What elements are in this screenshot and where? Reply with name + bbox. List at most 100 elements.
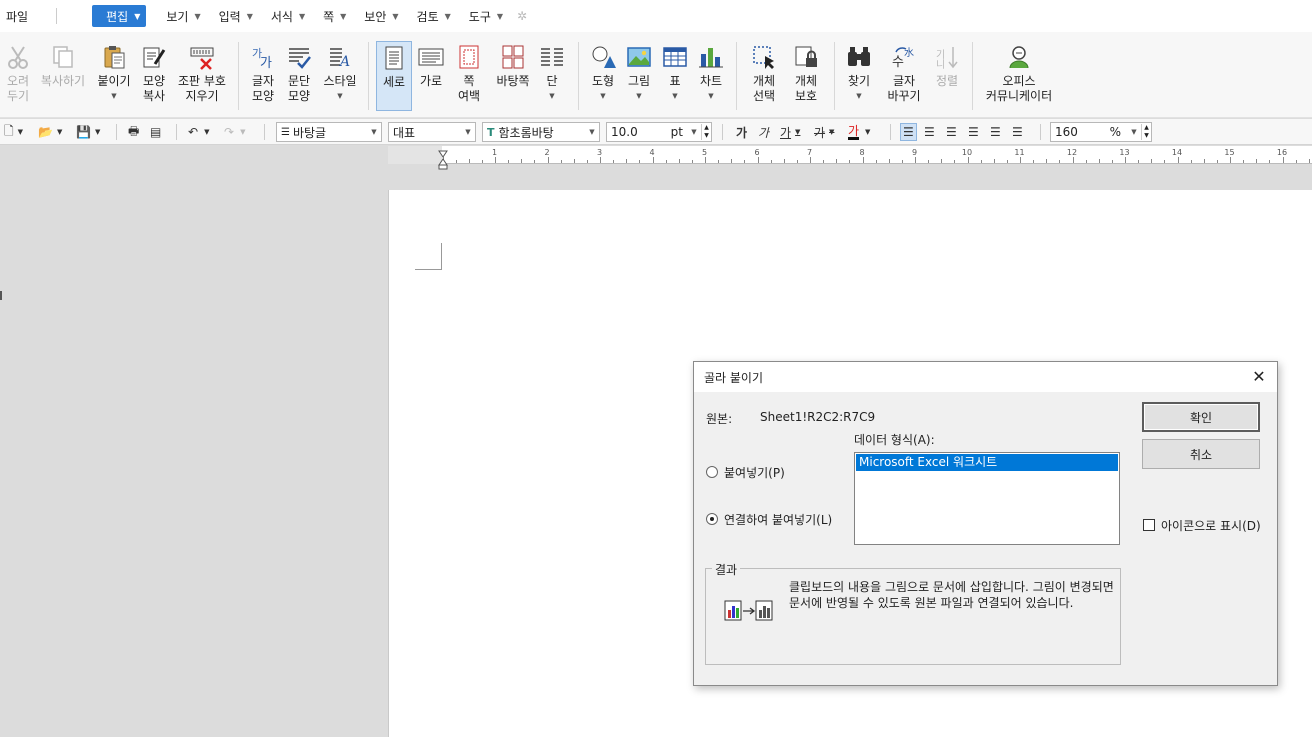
object-protect-button[interactable]: 개체 보호 <box>788 44 824 104</box>
ok-button[interactable]: 확인 <box>1142 402 1260 432</box>
save-button[interactable]: 💾 ▼ <box>76 123 100 141</box>
object-select-icon <box>753 46 774 69</box>
format-copy-button[interactable]: 모양 복사 <box>138 44 170 104</box>
object-select-button[interactable]: 개체 선택 <box>746 44 782 104</box>
para-shape-button[interactable]: 문단 모양 <box>284 44 314 104</box>
table-icon <box>663 47 687 67</box>
spin-stepper[interactable]: ▲ ▼ <box>701 124 711 140</box>
menu-insert[interactable]: 입력 ▼ <box>215 5 257 27</box>
linked-picture-icon <box>724 598 776 622</box>
ribbon-toolbar: 오려 두기 복사하기 붙이기 ▼ 모양 복사 조판 부호 지우기 가가 글자 모… <box>0 32 1312 118</box>
paste-button[interactable]: 붙이기 ▼ <box>95 44 133 104</box>
align-distribute-icon: ☰ <box>990 125 1001 139</box>
align-divide-button[interactable]: ☰ <box>1012 123 1023 141</box>
find-button[interactable]: 찾기 ▼ <box>844 44 874 104</box>
bold-button[interactable]: 가 <box>736 123 747 141</box>
menu-tools[interactable]: 도구 ▼ <box>465 5 507 27</box>
show-as-icon-label[interactable]: 아이콘으로 표시(D) <box>1161 517 1261 534</box>
style-button[interactable]: A 스타일 ▼ <box>320 44 360 104</box>
menu-security[interactable]: 보안 ▼ <box>360 5 402 27</box>
toolbar-divider <box>176 124 177 140</box>
ruler-number: 12 <box>1066 148 1078 157</box>
spin-stepper[interactable]: ▲ ▼ <box>1141 124 1151 140</box>
print-button[interactable]: 🖶 <box>128 123 139 141</box>
align-distribute-button[interactable]: ☰ <box>990 123 1001 141</box>
align-justify-button[interactable]: ☰ <box>900 123 917 141</box>
data-format-list[interactable]: Microsoft Excel 워크시트 <box>854 452 1120 545</box>
ruler-number: 4 <box>649 148 655 157</box>
redo-button[interactable]: ↷ ▼ <box>224 123 245 141</box>
indent-marker-icon[interactable] <box>438 150 448 170</box>
align-left-button[interactable]: ☰ <box>924 123 935 141</box>
paste-radio-label[interactable]: 붙여넣기(P) <box>724 464 785 481</box>
chevron-down-icon[interactable]: ▼ <box>687 128 701 136</box>
chart-button[interactable]: 차트 ▼ <box>696 44 726 104</box>
bar-chart-icon <box>699 48 723 68</box>
ruler-tick <box>1164 160 1166 163</box>
underline-button[interactable]: 가 ▼ <box>780 123 800 141</box>
replace-button[interactable]: 수水 글자 바꾸기 <box>882 44 926 104</box>
char-shape-button[interactable]: 가가 글자 모양 <box>248 44 278 104</box>
horizontal-page-button[interactable]: 가로 <box>416 44 446 89</box>
undo-button[interactable]: ↶ ▼ <box>188 123 209 141</box>
close-icon[interactable]: ✕ <box>1249 367 1269 387</box>
font-select[interactable]: T 함초롬바탕 ▼ <box>482 122 600 142</box>
chevron-down-icon[interactable]: ▼ <box>1127 128 1141 136</box>
list-item[interactable]: Microsoft Excel 워크시트 <box>856 454 1118 471</box>
language-select[interactable]: 대표 ▼ <box>388 122 476 142</box>
horizontal-ruler[interactable]: 1 2 3 4 5 6 7 8 9 10 11 12 13 14 15 16 <box>388 146 1312 164</box>
show-as-icon-checkbox[interactable] <box>1143 519 1155 531</box>
zoom-field[interactable]: 160 % ▼ ▲ ▼ <box>1050 122 1152 142</box>
preview-button[interactable]: ▤ <box>150 123 161 141</box>
chevron-down-icon: ▼ <box>392 11 399 21</box>
menu-review[interactable]: 검토 ▼ <box>413 5 455 27</box>
background-page-label: 바탕쪽 <box>496 74 530 88</box>
menu-format[interactable]: 서식 ▼ <box>267 5 309 27</box>
ruler-tick <box>508 160 510 163</box>
paste-link-radio[interactable] <box>706 513 718 525</box>
cancel-button[interactable]: 취소 <box>1142 439 1260 469</box>
align-center-button[interactable]: ☰ <box>946 123 957 141</box>
paste-link-radio-label[interactable]: 연결하여 붙여넣기(L) <box>724 511 832 528</box>
align-right-button[interactable]: ☰ <box>968 123 979 141</box>
sort-button[interactable]: 기니 정렬 <box>932 44 962 89</box>
vertical-page-button[interactable]: 세로 <box>376 41 412 111</box>
align-center-icon: ☰ <box>946 125 957 139</box>
settings-icon[interactable]: ✲ <box>517 9 531 23</box>
italic-icon: 가 <box>758 125 770 140</box>
italic-button[interactable]: 가 <box>758 123 769 141</box>
dropdown-arrow-icon: ▼ <box>56 128 63 136</box>
ribbon-divider <box>736 42 737 110</box>
dropdown-arrow-icon: ▼ <box>337 92 343 100</box>
style-select[interactable]: ☰ 바탕글 ▼ <box>276 122 382 142</box>
paste-radio[interactable] <box>706 466 718 478</box>
picture-button[interactable]: 그림 ▼ <box>624 44 654 104</box>
strikethrough-button[interactable]: 가 ▼ <box>814 123 834 141</box>
new-doc-button[interactable]: 🗋 ▼ <box>4 123 23 141</box>
office-communicator-button[interactable]: 오피스 커뮤니케이터 <box>984 44 1054 104</box>
copy-button[interactable]: 복사하기 <box>38 44 88 89</box>
toolbar-divider <box>890 124 891 140</box>
dropdown-arrow-icon: ▼ <box>856 92 862 100</box>
menu-view[interactable]: 보기 ▼ <box>162 5 204 27</box>
page-margin-button[interactable]: 쪽 여백 <box>453 44 485 104</box>
ruler-tick <box>1046 159 1048 163</box>
ruler-tick <box>1138 160 1140 163</box>
replace-label-1: 글자 <box>892 74 916 88</box>
font-size-field[interactable]: 10.0 pt ▼ ▲ ▼ <box>606 122 712 142</box>
open-button[interactable]: 📂 ▼ <box>38 123 62 141</box>
column-button[interactable]: 단 ▼ <box>538 44 566 104</box>
menu-page[interactable]: 쪽 ▼ <box>319 5 350 27</box>
cut-button[interactable]: 오려 두기 <box>4 44 32 104</box>
menu-file[interactable]: 파일 <box>2 5 32 27</box>
menu-review-label: 검토 <box>416 9 439 24</box>
font-color-button[interactable]: 가 ▼ <box>848 123 870 141</box>
ruler-tick <box>770 160 772 163</box>
background-page-button[interactable]: 바탕쪽 <box>494 44 532 89</box>
shape-button[interactable]: 도형 ▼ <box>588 44 618 104</box>
erase-marks-button[interactable]: 조판 부호 지우기 <box>176 44 228 104</box>
ruler-tick <box>783 159 785 163</box>
menu-edit[interactable]: 편집 ▼ <box>92 5 147 27</box>
table-button[interactable]: 표 ▼ <box>660 44 690 104</box>
ruler-number: 15 <box>1224 148 1235 157</box>
